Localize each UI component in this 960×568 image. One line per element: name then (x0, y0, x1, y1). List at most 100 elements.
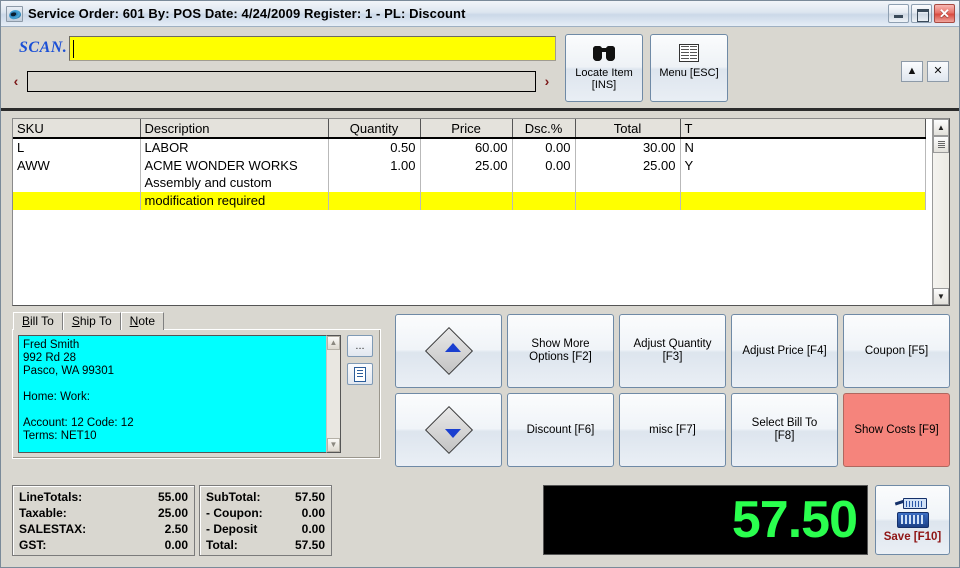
coupon-value: 0.00 (301, 506, 325, 520)
column-header-taxable[interactable]: T (680, 119, 926, 139)
customer-tabs: Bill To Ship To Note (13, 312, 381, 330)
cell-taxable (680, 174, 926, 192)
cell-quantity (328, 191, 421, 210)
next-item-icon[interactable]: › (538, 73, 556, 89)
column-header-sku[interactable]: SKU (13, 119, 141, 139)
close-button[interactable]: ✕ (934, 4, 955, 23)
cell-quantity: 0.50 (328, 138, 421, 157)
total-row: GST: 0.00 (19, 537, 188, 553)
line-items-grid: SKU Description Quantity Price Dsc.% Tot… (12, 118, 950, 306)
cell-description: ACME WONDER WORKS (140, 156, 329, 175)
maximize-button[interactable] (911, 4, 932, 23)
grid-scrollbar[interactable]: ▲ ▼ (932, 119, 949, 305)
close-icon: ✕ (939, 6, 950, 21)
cell-sku (13, 191, 141, 210)
grid-scroll-thumb[interactable] (933, 136, 949, 153)
total-row: - Coupon: 0.00 (206, 505, 325, 521)
discount-button[interactable]: Discount [F6] (507, 393, 614, 467)
show-more-options-button[interactable]: Show More Options [F2] (507, 314, 614, 388)
column-header-quantity[interactable]: Quantity (328, 119, 421, 139)
adjust-quantity-button[interactable]: Adjust Quantity [F3] (619, 314, 726, 388)
cell-price: 25.00 (420, 156, 513, 175)
total-value: 57.50 (294, 538, 325, 552)
cell-total (575, 191, 681, 210)
browse-customer-button[interactable]: ... (347, 335, 373, 357)
table-header-row: SKU Description Quantity Price Dsc.% Tot… (13, 119, 926, 139)
window-title: Service Order: 601 By: POS Date: 4/24/20… (28, 6, 466, 21)
save-button[interactable]: Save [F10] (875, 485, 950, 555)
address-scrollbar[interactable]: ▲ ▼ (326, 335, 341, 453)
cell-price (420, 174, 513, 192)
column-header-price[interactable]: Price (420, 119, 513, 139)
total-row: - Deposit 0.00 (206, 521, 325, 537)
function-keypad: Show More Options [F2] Adjust Quantity [… (395, 312, 950, 478)
menu-button[interactable]: Menu [ESC] (650, 34, 728, 102)
tab-ship-to-label: Ship To (71, 314, 112, 328)
show-costs-button[interactable]: Show Costs [F9] (843, 393, 950, 467)
total-row: Total: 57.50 (206, 537, 325, 553)
column-header-total[interactable]: Total (575, 119, 681, 139)
cell-taxable: N (680, 138, 926, 157)
mid-section: Bill To Ship To Note Fred Smith 992 Rd 2… (1, 312, 959, 478)
coupon-label: - Coupon: (206, 506, 263, 520)
table-row[interactable]: L LABOR 0.50 60.00 0.00 30.00 N (13, 138, 926, 157)
prev-item-icon[interactable]: ‹ (7, 73, 25, 89)
cell-taxable (680, 191, 926, 210)
salestax-value: 2.50 (164, 522, 188, 536)
cell-discount (512, 174, 576, 192)
minimize-button[interactable] (888, 4, 909, 23)
customer-tab-body: Fred Smith 992 Rd 28 Pasco, WA 99301 Hom… (12, 329, 381, 459)
cash-register-icon (894, 497, 932, 528)
grid-scroll-up-icon[interactable]: ▲ (933, 119, 949, 136)
amount-display: 57.50 (543, 485, 868, 555)
column-header-discount[interactable]: Dsc.% (512, 119, 576, 139)
window-controls: ✕ (888, 4, 955, 23)
table-row[interactable]: AWW ACME WONDER WORKS 1.00 25.00 0.00 25… (13, 156, 926, 175)
locate-item-button[interactable]: Locate Item [INS] (565, 34, 643, 102)
table-row[interactable]: Assembly and custom (13, 174, 926, 192)
grid-scroll-down-icon[interactable]: ▼ (933, 288, 949, 305)
taxable-value: 25.00 (157, 506, 188, 520)
item-input[interactable] (27, 70, 536, 92)
column-header-description[interactable]: Description (140, 119, 329, 139)
address-scroll-down-icon[interactable]: ▼ (327, 438, 340, 452)
grid-scroll-track[interactable] (933, 153, 949, 288)
salestax-label: SALESTAX: (19, 522, 87, 536)
tab-ship-to[interactable]: Ship To (62, 312, 121, 330)
coupon-button[interactable]: Coupon [F5] (843, 314, 950, 388)
total-row: SALESTAX: 2.50 (19, 521, 188, 537)
move-down-button[interactable] (395, 393, 502, 467)
misc-button[interactable]: misc [F7] (619, 393, 726, 467)
app-icon (6, 5, 23, 22)
address-scroll-up-icon[interactable]: ▲ (327, 336, 340, 350)
status-line (1, 563, 959, 567)
close-panel-icon[interactable]: ✕ (927, 61, 949, 82)
bill-to-address[interactable]: Fred Smith 992 Rd 28 Pasco, WA 99301 Hom… (18, 335, 326, 453)
locate-item-label: Locate Item [INS] (575, 67, 633, 91)
scan-input[interactable] (69, 35, 556, 61)
menu-list-icon (679, 44, 699, 62)
panel-controls: ▲ ✕ (901, 61, 949, 82)
tab-note[interactable]: Note (120, 312, 164, 330)
cell-total (575, 174, 681, 192)
collapse-panel-icon[interactable]: ▲ (901, 61, 923, 82)
cell-total: 25.00 (575, 156, 681, 175)
select-bill-to-button[interactable]: Select Bill To [F8] (731, 393, 838, 467)
cell-taxable: Y (680, 156, 926, 175)
table-row-selected[interactable]: modification required (13, 191, 926, 210)
table-body: L LABOR 0.50 60.00 0.00 30.00 N AWW ACME… (13, 138, 926, 305)
move-up-button[interactable] (395, 314, 502, 388)
cell-discount (512, 191, 576, 210)
taxable-label: Taxable: (19, 506, 67, 520)
binoculars-icon (593, 44, 615, 62)
cell-price: 60.00 (420, 138, 513, 157)
amount-display-value: 57.50 (731, 491, 858, 549)
totals-section: LineTotals: 55.00 Taxable: 25.00 SALESTA… (1, 485, 959, 563)
cell-price (420, 191, 513, 210)
cell-description: LABOR (140, 138, 329, 157)
customer-panel: Bill To Ship To Note Fred Smith 992 Rd 2… (12, 312, 381, 478)
customer-document-button[interactable] (347, 363, 373, 385)
tab-bill-to[interactable]: Bill To (13, 312, 63, 330)
cell-total: 30.00 (575, 138, 681, 157)
adjust-price-button[interactable]: Adjust Price [F4] (731, 314, 838, 388)
